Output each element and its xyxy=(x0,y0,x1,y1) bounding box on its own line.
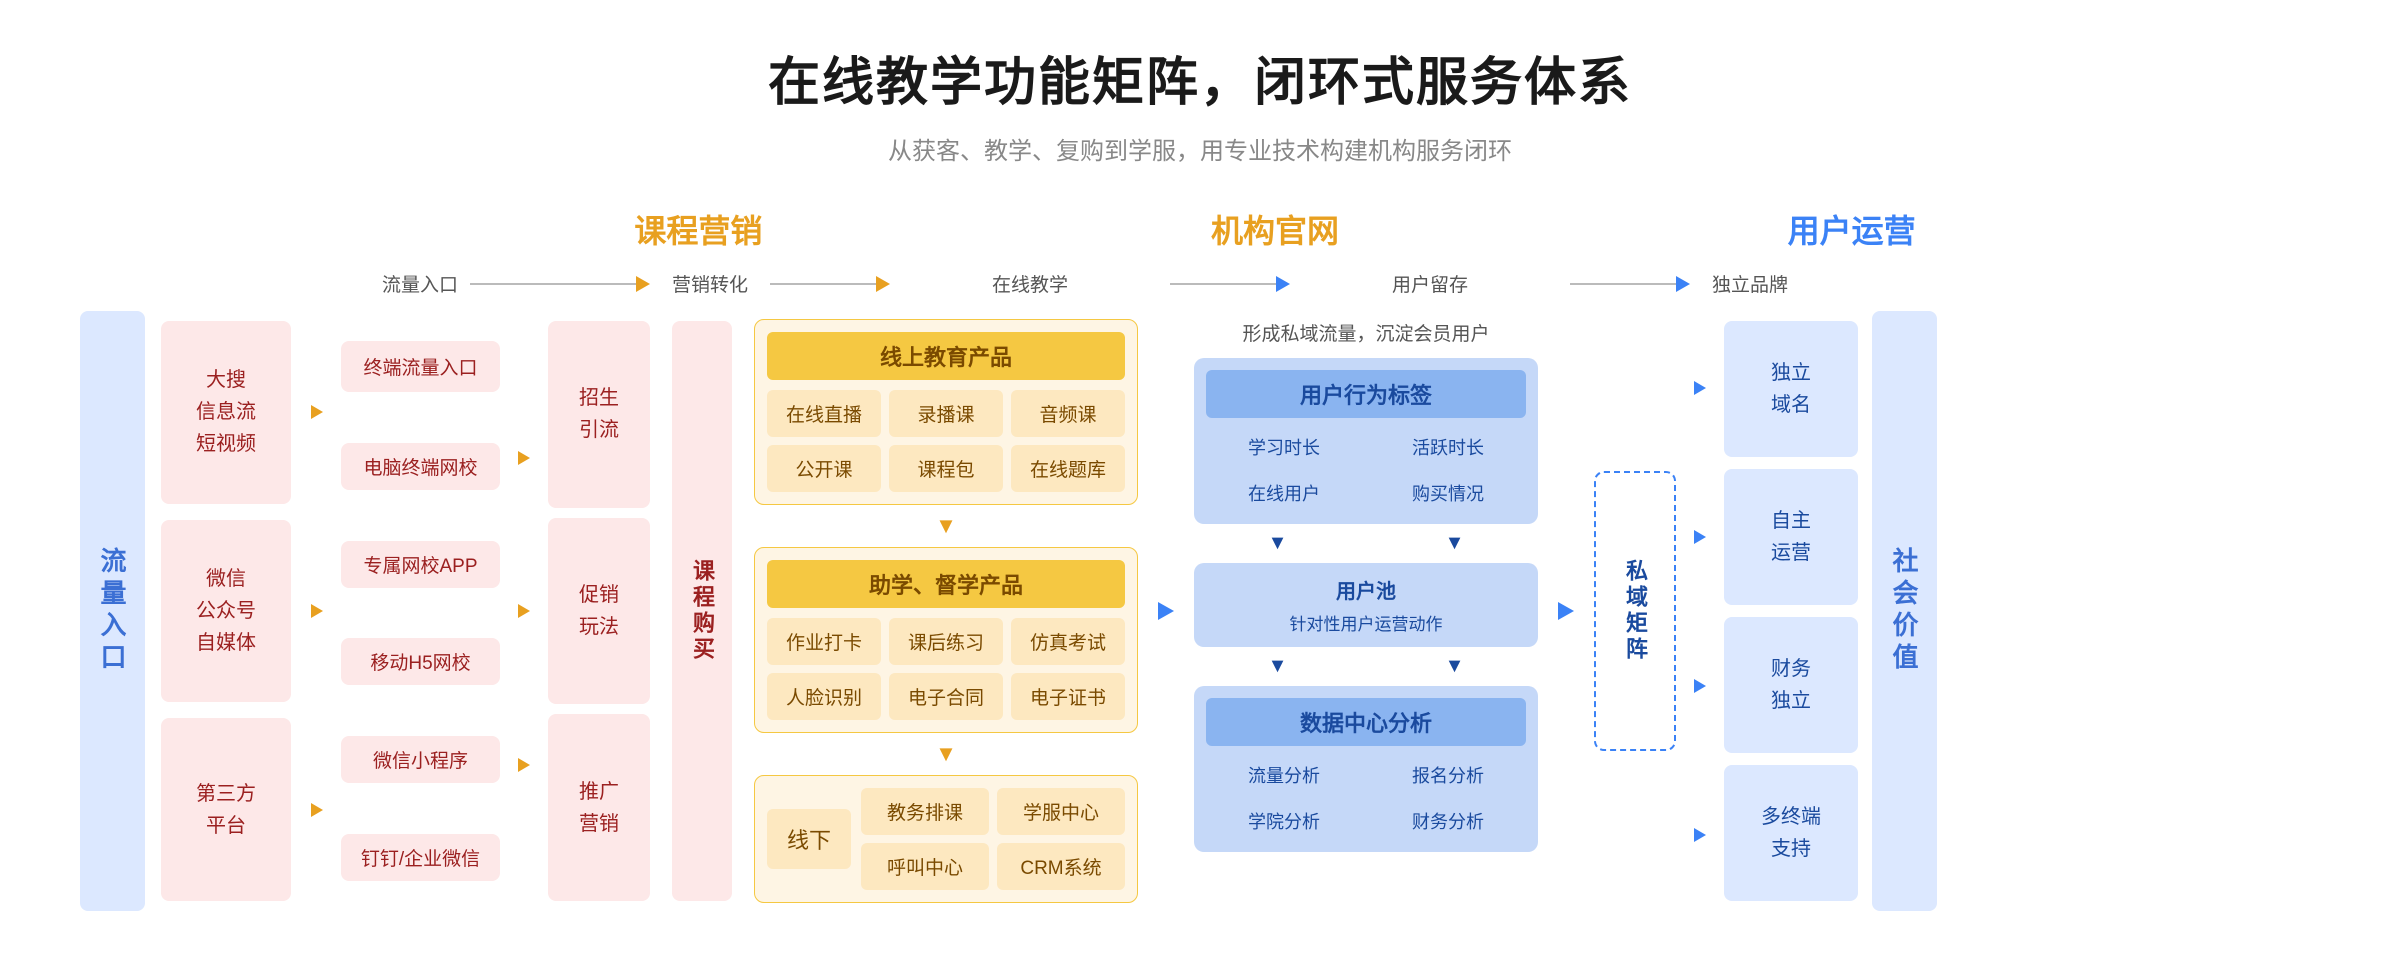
left-label: 流量入口 xyxy=(80,311,145,911)
category-operations: 用户运营 xyxy=(1788,206,1916,252)
behavior-tags-title: 用户行为标签 xyxy=(1206,370,1526,418)
down-arrow-2: ▼ xyxy=(754,741,1138,767)
down-arrow-5: ▼ xyxy=(1194,655,1361,678)
arrow-col-4 xyxy=(1552,311,1580,911)
op-item-4: 课程包 xyxy=(889,445,1003,492)
ap-item-1: 课后练习 xyxy=(889,618,1003,665)
flow-arrow-1 xyxy=(636,276,650,292)
flow-node-online: 在线教学 xyxy=(890,270,1170,297)
conversion-0: 招生引流 xyxy=(548,321,650,508)
terminal-1: 电脑终端网校 xyxy=(341,443,500,490)
conversion-boxes: 招生引流 促销玩法 推广营销 xyxy=(540,311,658,911)
page-subtitle: 从获客、教学、复购到学服，用专业技术构建机构服务闭环 xyxy=(60,131,2340,166)
online-products-title: 线上教育产品 xyxy=(767,332,1125,380)
page-title: 在线教学功能矩阵，闭环式服务体系 xyxy=(60,40,2340,115)
flow-node-conversion: 营销转化 xyxy=(650,270,770,297)
flow-arrow-4 xyxy=(1676,276,1690,292)
offline-item-3: CRM系统 xyxy=(997,843,1125,890)
brand-item-2: 财务独立 xyxy=(1724,617,1858,753)
behavior-tags-section: 用户行为标签 学习时长 活跃时长 在线用户 购买情况 xyxy=(1194,358,1538,524)
op-item-2: 音频课 xyxy=(1011,390,1125,437)
flow-node-brand: 独立品牌 xyxy=(1690,270,1810,297)
traffic-sources: 大搜信息流短视频 微信公众号自媒体 第三方平台 xyxy=(151,311,301,911)
ap-item-2: 仿真考试 xyxy=(1011,618,1125,665)
online-products: 线上教育产品 在线直播 录播课 音频课 公开课 课程包 在线题库 xyxy=(754,319,1138,505)
category-marketing: 课程营销 xyxy=(634,206,762,252)
terminal-entries: 终端流量入口 电脑终端网校 专属网校APP 移动H5网校 微信小程序 钉钉/企业… xyxy=(333,311,508,911)
op-item-1: 录播课 xyxy=(889,390,1003,437)
course-buy-label: 课程购买 xyxy=(672,321,732,901)
brand-item-3: 多终端支持 xyxy=(1724,765,1858,901)
offline-item-1: 学服中心 xyxy=(997,788,1125,835)
header: 在线教学功能矩阵，闭环式服务体系 从获客、教学、复购到学服，用专业技术构建机构服… xyxy=(60,40,2340,166)
user-pool-sub: 针对性用户运营动作 xyxy=(1206,610,1526,635)
ap-item-4: 电子合同 xyxy=(889,673,1003,720)
terminal-5: 钉钉/企业微信 xyxy=(341,834,500,881)
tag-item-3: 购买情况 xyxy=(1370,474,1526,512)
dc-item-3: 财务分析 xyxy=(1370,802,1526,840)
right-label: 社会价值 xyxy=(1872,311,1937,911)
user-pool-section: 用户池 针对性用户运营动作 xyxy=(1194,563,1538,647)
down-arrow-3: ▼ xyxy=(1194,532,1361,555)
tag-item-2: 在线用户 xyxy=(1206,474,1362,512)
tag-item-1: 活跃时长 xyxy=(1370,428,1526,466)
op-item-3: 公开课 xyxy=(767,445,881,492)
traffic-item-0: 大搜信息流短视频 xyxy=(161,321,291,504)
data-center-section: 数据中心分析 流量分析 报名分析 学院分析 财务分析 xyxy=(1194,686,1538,852)
user-retention-section: 形成私域流量，沉淀会员用户 用户行为标签 学习时长 活跃时长 在线用户 购买情况… xyxy=(1186,311,1546,911)
offline-item-2: 呼叫中心 xyxy=(861,843,989,890)
flow-node-retention: 用户留存 xyxy=(1290,270,1570,297)
data-center-title: 数据中心分析 xyxy=(1206,698,1526,746)
brand-items: 独立域名 自主运营 财务独立 多终端支持 xyxy=(1716,311,1866,911)
private-domain-title: 私域矩阵 xyxy=(1619,559,1651,663)
user-pool-title: 用户池 xyxy=(1206,575,1526,604)
op-item-0: 在线直播 xyxy=(767,390,881,437)
terminal-2: 专属网校APP xyxy=(341,541,500,588)
arrow-col-1 xyxy=(307,311,327,911)
private-domain-col: 私域矩阵 xyxy=(1586,311,1684,911)
traffic-item-1: 微信公众号自媒体 xyxy=(161,520,291,703)
arrow-col-5 xyxy=(1690,311,1710,911)
private-domain-box: 私域矩阵 xyxy=(1594,471,1676,751)
offline-label: 线下 xyxy=(767,809,851,869)
flow-arrow-3 xyxy=(1276,276,1290,292)
offline-item-0: 教务排课 xyxy=(861,788,989,835)
dc-item-0: 流量分析 xyxy=(1206,756,1362,794)
op-item-5: 在线题库 xyxy=(1011,445,1125,492)
conversion-2: 推广营销 xyxy=(548,714,650,901)
category-website: 机构官网 xyxy=(1211,206,1339,252)
dc-item-1: 报名分析 xyxy=(1370,756,1526,794)
traffic-item-2: 第三方平台 xyxy=(161,718,291,901)
brand-item-0: 独立域名 xyxy=(1724,321,1858,457)
assist-products-title: 助学、督学产品 xyxy=(767,560,1125,608)
flow-node-traffic: 流量入口 xyxy=(370,270,470,297)
terminal-4: 微信小程序 xyxy=(341,736,500,783)
arrow-col-2 xyxy=(514,311,534,911)
down-arrow-6: ▼ xyxy=(1371,655,1538,678)
down-arrow-1: ▼ xyxy=(754,513,1138,539)
conversion-1: 促销玩法 xyxy=(548,518,650,705)
terminal-3: 移动H5网校 xyxy=(341,638,500,685)
brand-item-1: 自主运营 xyxy=(1724,469,1858,605)
terminal-0: 终端流量入口 xyxy=(341,341,500,392)
ap-item-3: 人脸识别 xyxy=(767,673,881,720)
tag-item-0: 学习时长 xyxy=(1206,428,1362,466)
online-teaching-section: 线上教育产品 在线直播 录播课 音频课 公开课 课程包 在线题库 ▼ 助学、督学… xyxy=(746,311,1146,911)
flow-arrow-2 xyxy=(876,276,890,292)
offline-section: 线下 教务排课 学服中心 呼叫中心 CRM系统 xyxy=(754,775,1138,903)
retention-note: 形成私域流量，沉淀会员用户 xyxy=(1194,319,1538,346)
ap-item-5: 电子证书 xyxy=(1011,673,1125,720)
arrow-col-3 xyxy=(1152,311,1180,911)
ap-item-0: 作业打卡 xyxy=(767,618,881,665)
assist-products: 助学、督学产品 作业打卡 课后练习 仿真考试 人脸识别 电子合同 电子证书 xyxy=(754,547,1138,733)
dc-item-2: 学院分析 xyxy=(1206,802,1362,840)
down-arrow-4: ▼ xyxy=(1371,532,1538,555)
